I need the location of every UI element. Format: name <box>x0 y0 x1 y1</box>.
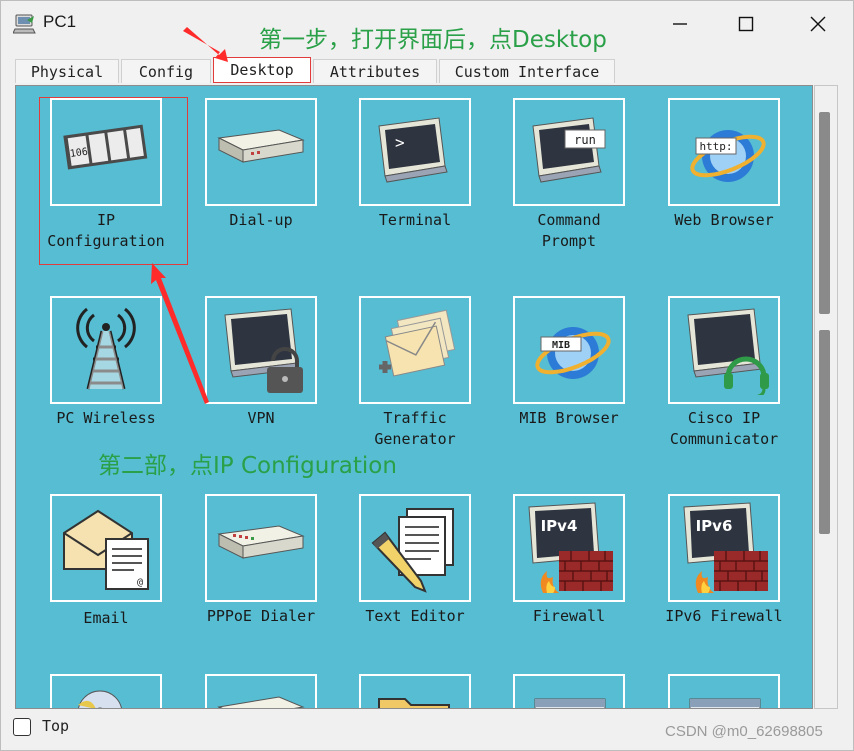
svg-text:>: > <box>395 133 405 152</box>
vertical-scrollbar[interactable] <box>814 85 838 709</box>
app-label-command-prompt: Command Prompt <box>537 211 601 250</box>
app-web-browser[interactable]: http: <box>668 98 780 206</box>
app-label-ipv6-firewall: IPv6 Firewall <box>665 607 783 625</box>
app-cisco-ip-communicator[interactable] <box>668 296 780 404</box>
top-checkbox[interactable] <box>13 718 31 736</box>
app-label-email: Email <box>83 609 129 627</box>
app-label-pc-wireless: PC Wireless <box>56 409 156 427</box>
vpn-lock-icon <box>224 308 303 393</box>
email-icon: @ <box>63 509 149 590</box>
tab-bar: Physical Config Desktop Attributes Custo… <box>15 57 617 85</box>
minimize-button[interactable] <box>657 5 703 43</box>
mib-browser-icon: MIB <box>535 327 611 379</box>
command-prompt-icon: run <box>532 117 606 183</box>
scrollbar-thumb-upper[interactable] <box>819 112 830 314</box>
firewall-icon: IPv4 <box>528 502 613 593</box>
app-text-editor[interactable] <box>359 494 471 602</box>
app-row4-disc[interactable] <box>50 674 162 708</box>
app-ipv6-firewall[interactable]: IPv6 <box>668 494 780 602</box>
app-mib-browser[interactable]: MIB <box>513 296 625 404</box>
svg-text:IPv4: IPv4 <box>541 517 578 535</box>
scrollbar-thumb-lower[interactable] <box>819 330 830 534</box>
app-row4-window-a[interactable] <box>513 674 625 708</box>
svg-text:@: @ <box>137 577 143 588</box>
app-label-dial-up: Dial-up <box>229 211 293 229</box>
app-firewall[interactable]: IPv4 <box>513 494 625 602</box>
tab-physical[interactable]: Physical <box>15 59 119 83</box>
app-label-cisco-ip-communicator: Cisco IP Communicator <box>669 409 779 448</box>
window-icon <box>689 698 761 708</box>
app-row4-device[interactable] <box>205 674 317 708</box>
device-icon <box>217 696 305 708</box>
packet-tracer-pc-icon <box>12 13 37 35</box>
text-editor-icon <box>371 508 454 593</box>
app-vpn[interactable] <box>205 296 317 404</box>
ip-communicator-icon <box>687 308 769 395</box>
web-browser-icon: http: <box>690 130 766 182</box>
folder-icon <box>378 698 450 708</box>
tab-custom-interface[interactable]: Custom Interface <box>439 59 615 83</box>
traffic-generator-icon <box>379 309 456 377</box>
pc1-window: PC1 Physical Config Desktop Attributes C… <box>0 0 854 751</box>
app-pppoe-dialer[interactable] <box>205 494 317 602</box>
app-email[interactable]: @ <box>50 494 162 602</box>
app-label-pppoe-dialer: PPPoE Dialer <box>206 607 316 625</box>
app-row4-folder[interactable] <box>359 674 471 708</box>
app-command-prompt[interactable]: run <box>513 98 625 206</box>
annotation-step-2: 第二部，点IP Configuration <box>98 453 397 479</box>
app-label-web-browser: Web Browser <box>674 211 774 229</box>
app-label-vpn: VPN <box>247 409 275 427</box>
ipv6-firewall-icon: IPv6 <box>683 502 768 593</box>
svg-text:IPv6: IPv6 <box>696 517 733 535</box>
tab-desktop[interactable]: Desktop <box>213 57 311 83</box>
tab-config[interactable]: Config <box>121 59 211 83</box>
disc-icon <box>78 690 122 708</box>
window-icon <box>534 698 606 708</box>
app-terminal[interactable]: > <box>359 98 471 206</box>
maximize-button[interactable] <box>723 5 769 43</box>
tab-attributes[interactable]: Attributes <box>313 59 437 83</box>
app-pc-wireless[interactable] <box>50 296 162 404</box>
app-label-terminal: Terminal <box>378 211 452 229</box>
app-dial-up[interactable] <box>205 98 317 206</box>
app-label-mib-browser: MIB Browser <box>519 409 619 427</box>
terminal-icon: > <box>378 117 448 183</box>
svg-text:MIB: MIB <box>552 340 570 351</box>
ip-configuration-highlight-box <box>39 97 188 265</box>
wireless-tower-icon <box>76 307 136 390</box>
app-label-firewall: Firewall <box>532 607 606 625</box>
top-checkbox-label: Top <box>42 717 70 735</box>
svg-text:http:: http: <box>699 140 732 153</box>
close-button[interactable] <box>795 5 841 43</box>
csdn-watermark: CSDN @m0_62698805 <box>665 723 823 740</box>
pppoe-dialer-icon <box>217 525 305 559</box>
app-label-traffic-generator: Traffic Generator <box>374 409 456 448</box>
app-row4-window-b[interactable] <box>668 674 780 708</box>
app-traffic-generator[interactable] <box>359 296 471 404</box>
annotation-step-1: 第一步，打开界面后，点Desktop <box>259 27 607 53</box>
svg-text:run: run <box>574 133 596 147</box>
app-label-text-editor: Text Editor <box>365 607 465 625</box>
dial-up-modem-icon <box>217 129 305 163</box>
window-title: PC1 <box>43 12 77 31</box>
